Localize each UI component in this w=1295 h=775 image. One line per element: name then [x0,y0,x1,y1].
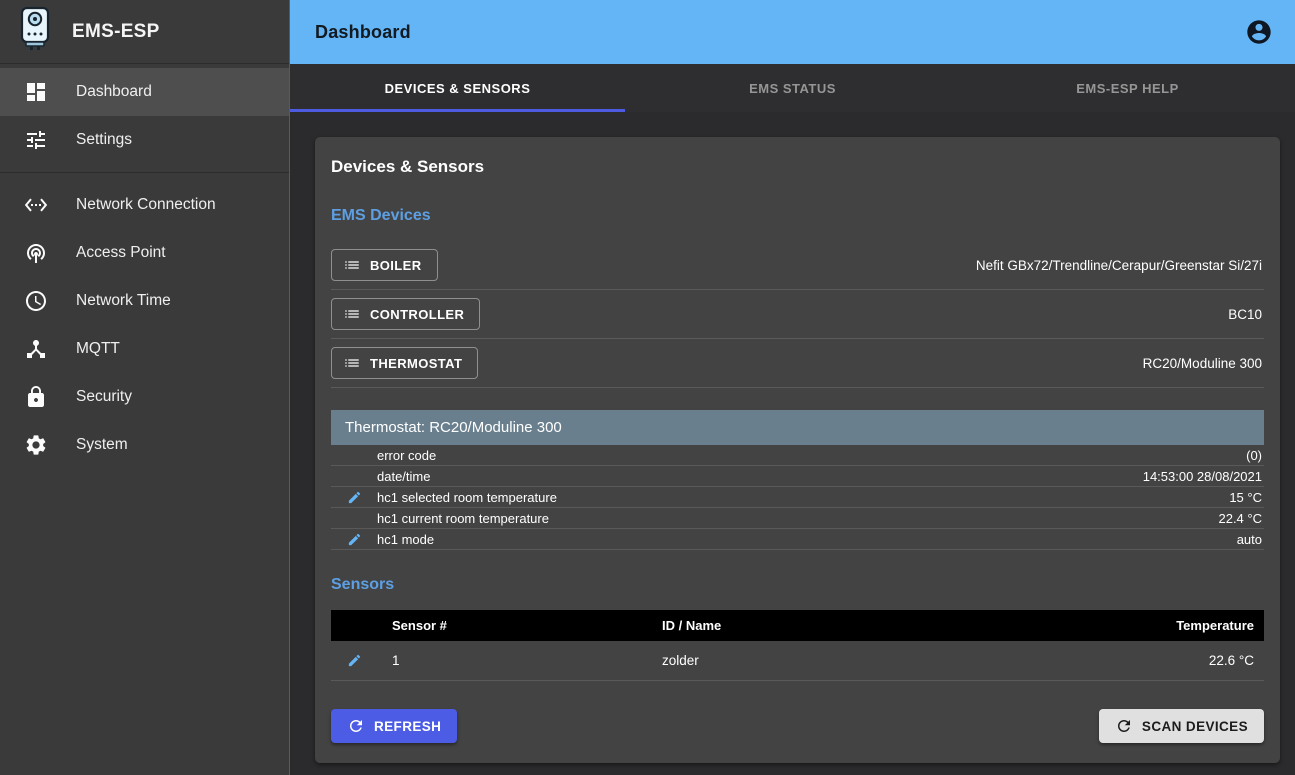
detail-value: (0) [1246,448,1264,463]
device-row-thermostat: THERMOSTAT RC20/Moduline 300 [331,339,1264,388]
account-icon[interactable] [1245,18,1273,46]
list-icon [343,305,361,323]
lock-icon [24,385,48,409]
refresh-button[interactable]: REFRESH [331,709,457,743]
device-model: RC20/Moduline 300 [1143,356,1264,371]
edit-icon[interactable] [331,532,377,547]
sidebar-nav-secondary: Network Connection Access Point Network … [0,177,289,473]
sidebar-item-label: Network Connection [76,196,216,214]
detail-label: hc1 current room temperature [377,511,1218,526]
scan-devices-button-label: SCAN DEVICES [1142,719,1248,734]
main-column: Dashboard DEVICES & SENSORS EMS STATUS E… [290,0,1295,775]
column-sensor-number: Sensor # [377,618,662,633]
content-area: Devices & Sensors EMS Devices BOILER Nef… [290,112,1295,775]
sidebar-item-mqtt[interactable]: MQTT [0,325,289,373]
detail-value: 14:53:00 28/08/2021 [1143,469,1264,484]
sidebar-item-system[interactable]: System [0,421,289,469]
refresh-icon [347,717,365,735]
scan-devices-button[interactable]: SCAN DEVICES [1099,709,1264,743]
detail-row-hc1-selected-temp: hc1 selected room temperature 15 °C [331,487,1264,508]
tune-icon [24,128,48,152]
device-detail-header: Thermostat: RC20/Moduline 300 [331,410,1264,445]
sensors-table-header: Sensor # ID / Name Temperature [331,610,1264,641]
edit-icon[interactable] [331,490,377,505]
sidebar-item-label: Dashboard [76,83,152,101]
sidebar-item-access-point[interactable]: Access Point [0,229,289,277]
sidebar-item-network-time[interactable]: Network Time [0,277,289,325]
sensors-heading: Sensors [331,576,1264,594]
device-model: BC10 [1228,307,1264,322]
device-row-controller: CONTROLLER BC10 [331,290,1264,339]
sidebar-item-label: Security [76,388,132,406]
sensor-table-row: 1 zolder 22.6 °C [331,641,1264,681]
detail-value: 15 °C [1229,490,1264,505]
sidebar-item-settings[interactable]: Settings [0,116,289,164]
dashboard-icon [24,80,48,104]
page-title: Dashboard [315,22,411,43]
sidebar-item-label: Settings [76,131,132,149]
device-model: Nefit GBx72/Trendline/Cerapur/Greenstar … [976,258,1264,273]
detail-row-date-time: date/time 14:53:00 28/08/2021 [331,466,1264,487]
refresh-icon [1115,717,1133,735]
sidebar: EMS-ESP Dashboard Settings Network Conne… [0,0,290,775]
device-button-label: THERMOSTAT [370,356,462,371]
tab-ems-status[interactable]: EMS STATUS [625,64,960,112]
detail-label: hc1 selected room temperature [377,490,1229,505]
sidebar-divider [0,172,289,173]
device-row-boiler: BOILER Nefit GBx72/Trendline/Cerapur/Gre… [331,241,1264,290]
sidebar-item-label: Network Time [76,292,171,310]
devices-sensors-card: Devices & Sensors EMS Devices BOILER Nef… [315,137,1280,763]
device-button-label: CONTROLLER [370,307,464,322]
sensor-name: zolder [662,653,1074,668]
hub-icon [24,337,48,361]
ems-esp-logo-icon [16,6,54,57]
thermostat-button[interactable]: THERMOSTAT [331,347,478,379]
sidebar-item-dashboard[interactable]: Dashboard [0,68,289,116]
detail-value: 22.4 °C [1218,511,1264,526]
column-id-name: ID / Name [662,618,1074,633]
refresh-button-label: REFRESH [374,719,441,734]
detail-row-error-code: error code (0) [331,445,1264,466]
sidebar-item-network-connection[interactable]: Network Connection [0,181,289,229]
tab-devices-sensors[interactable]: DEVICES & SENSORS [290,64,625,112]
detail-label: date/time [377,469,1143,484]
controller-button[interactable]: CONTROLLER [331,298,480,330]
brand: EMS-ESP [0,0,289,64]
tab-bar: DEVICES & SENSORS EMS STATUS EMS-ESP HEL… [290,64,1295,112]
boiler-button[interactable]: BOILER [331,249,438,281]
actions-row: REFRESH SCAN DEVICES [331,709,1264,743]
sensor-number: 1 [377,653,662,668]
ethernet-icon [24,193,48,217]
sidebar-item-label: Access Point [76,244,166,262]
app-bar: Dashboard [290,0,1295,64]
sensor-temperature: 22.6 °C [1074,653,1264,668]
clock-icon [24,289,48,313]
detail-label: hc1 mode [377,532,1237,547]
sidebar-item-label: System [76,436,128,454]
tab-ems-esp-help[interactable]: EMS-ESP HELP [960,64,1295,112]
detail-value: auto [1237,532,1264,547]
device-button-label: BOILER [370,258,422,273]
detail-row-hc1-current-temp: hc1 current room temperature 22.4 °C [331,508,1264,529]
wifi-tethering-icon [24,241,48,265]
card-title: Devices & Sensors [331,157,1264,177]
list-icon [343,354,361,372]
column-temperature: Temperature [1074,618,1264,633]
gear-icon [24,433,48,457]
list-icon [343,256,361,274]
sidebar-nav-primary: Dashboard Settings [0,64,289,168]
sidebar-item-security[interactable]: Security [0,373,289,421]
sidebar-item-label: MQTT [76,340,120,358]
ems-devices-heading: EMS Devices [331,207,1264,225]
brand-title: EMS-ESP [72,21,160,43]
detail-label: error code [377,448,1246,463]
edit-icon[interactable] [331,653,377,668]
detail-row-hc1-mode: hc1 mode auto [331,529,1264,550]
